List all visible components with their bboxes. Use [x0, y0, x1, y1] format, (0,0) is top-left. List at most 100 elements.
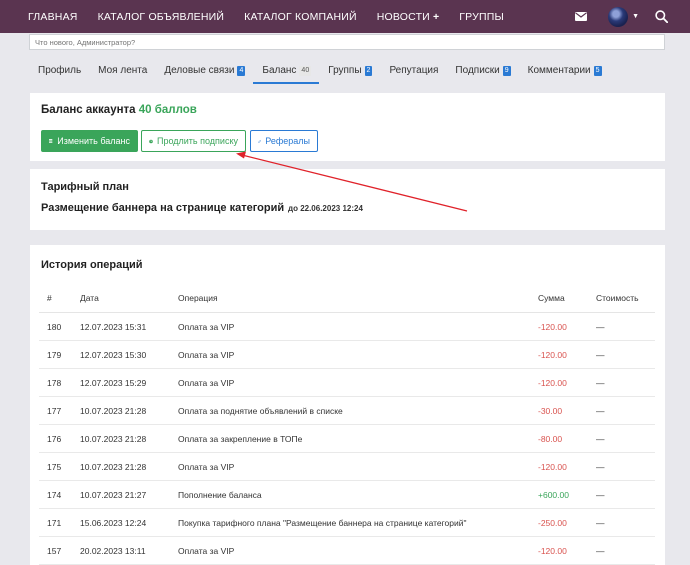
- row-id: 171: [39, 508, 80, 537]
- row-operation: Оплата за поднятие объявлений в списке: [178, 396, 538, 425]
- table-row: 171 15.06.2023 12:24 Покупка тарифного пла…: [39, 508, 655, 537]
- button-label: Изменить баланс: [57, 136, 130, 146]
- row-sum: -80.00: [538, 424, 596, 453]
- avatar[interactable]: [608, 6, 629, 27]
- extend-subscription-button[interactable]: Продлить подписку: [141, 130, 246, 152]
- row-date: 10.07.2023 21:28: [80, 452, 178, 481]
- row-date: 10.07.2023 21:28: [80, 396, 178, 425]
- table-row: 179 12.07.2023 15:30 Оплата за VIP -120.00—: [39, 340, 655, 369]
- tab-label: Моя лента: [98, 65, 148, 76]
- row-operation: Покупка тарифного плана "Размещение банн…: [178, 508, 538, 537]
- table-row: 174 10.07.2023 21:27 Пополнение баланса +60…: [39, 480, 655, 509]
- history-card: История операций # Дата Операция Сумма С…: [30, 245, 665, 565]
- tab-my-feed[interactable]: Моя лента: [89, 62, 155, 82]
- row-cost: —: [596, 312, 655, 341]
- tab-label: Деловые связи: [164, 65, 235, 76]
- row-id: 175: [39, 452, 80, 481]
- row-cost: —: [596, 340, 655, 369]
- row-cost: —: [596, 508, 655, 537]
- balance-label: Баланс аккаунта: [41, 104, 136, 116]
- plan-name: Размещение баннера на странице категорий: [41, 202, 285, 214]
- row-id: 174: [39, 480, 80, 509]
- change-balance-button[interactable]: Изменить баланс: [41, 130, 138, 152]
- row-id: 178: [39, 368, 80, 397]
- column-header: Операция: [178, 284, 538, 313]
- row-cost: —: [596, 480, 655, 509]
- row-date: 12.07.2023 15:30: [80, 340, 178, 369]
- referrals-button[interactable]: Рефералы: [250, 130, 318, 152]
- row-id: 177: [39, 396, 80, 425]
- tab-profile[interactable]: Профиль: [29, 62, 89, 82]
- row-cost: —: [596, 536, 655, 565]
- envelope-icon[interactable]: [575, 12, 588, 21]
- row-date: 20.02.2023 13:11: [80, 536, 178, 565]
- wallet-icon: [49, 139, 53, 143]
- count-badge: 5: [593, 66, 602, 76]
- row-cost: —: [596, 452, 655, 481]
- table-row: 176 10.07.2023 21:28 Оплата за закрепление…: [39, 424, 655, 453]
- nav-ads-catalog[interactable]: КАТАЛОГ ОБЪЯВЛЕНИЙ: [88, 11, 235, 23]
- link-icon: [258, 139, 262, 143]
- button-label: Продлить подписку: [157, 136, 238, 146]
- table-row: 175 10.07.2023 21:28 Оплата за VIP -120.00—: [39, 452, 655, 481]
- count-badge: 9: [502, 66, 511, 76]
- plus-icon[interactable]: +: [433, 11, 439, 23]
- nav-news-label: НОВОСТИ: [376, 10, 430, 23]
- row-operation: Оплата за VIP: [178, 368, 538, 397]
- count-badge: 2: [364, 66, 373, 76]
- count-badge: 4: [237, 66, 246, 76]
- tab-label: Баланс: [262, 65, 297, 76]
- nav-groups[interactable]: ГРУППЫ: [449, 11, 514, 23]
- tab-groups[interactable]: Группы 2: [319, 62, 380, 82]
- row-date: 12.07.2023 15:31: [80, 312, 178, 341]
- status-input[interactable]: [29, 34, 665, 50]
- row-id: 176: [39, 424, 80, 453]
- row-sum: -250.00: [538, 508, 596, 537]
- tab-balance[interactable]: Баланс 40: [253, 62, 320, 84]
- table-row: 180 12.07.2023 15:31 Оплата за VIP -120.00—: [39, 312, 655, 341]
- row-sum: -120.00: [538, 312, 596, 341]
- row-sum: -120.00: [538, 340, 596, 369]
- table-row: 178 12.07.2023 15:29 Оплата за VIP -120.00—: [39, 368, 655, 397]
- tab-connections[interactable]: Деловые связи 4: [155, 62, 253, 82]
- search-icon[interactable]: [655, 10, 668, 23]
- row-sum: -30.00: [538, 396, 596, 425]
- nav-home[interactable]: ГЛАВНАЯ: [0, 11, 88, 23]
- tab-label: Профиль: [38, 65, 82, 76]
- plan-title: Тарифный план: [41, 181, 129, 193]
- row-id: 179: [39, 340, 80, 369]
- history-title: История операций: [41, 259, 143, 271]
- top-navbar: ГЛАВНАЯ КАТАЛОГ ОБЪЯВЛЕНИЙ КАТАЛОГ КОМПА…: [0, 0, 690, 33]
- tab-reputation[interactable]: Репутация: [380, 62, 446, 82]
- row-operation: Оплата за закрепление в ТОПе: [178, 424, 538, 453]
- column-header: #: [39, 284, 80, 313]
- row-cost: —: [596, 396, 655, 425]
- topbar-actions: ▼: [575, 0, 690, 33]
- tab-label: Комментарии: [527, 65, 591, 76]
- row-operation: Пополнение баланса: [178, 480, 538, 509]
- tab-comments[interactable]: Комментарии 5: [519, 62, 610, 82]
- nav-news[interactable]: НОВОСТИ +: [367, 11, 450, 23]
- balance-card: Баланс аккаунта 40 баллов Изменить балан…: [30, 93, 665, 161]
- row-cost: —: [596, 424, 655, 453]
- clock-icon: [149, 139, 153, 143]
- tariff-plan-card: Тарифный план Размещение баннера на стра…: [30, 169, 665, 230]
- plan-expiry: до 22.06.2023 12:24: [288, 204, 363, 213]
- row-date: 12.07.2023 15:29: [80, 368, 178, 397]
- tab-subscriptions[interactable]: Подписки 9: [446, 62, 518, 82]
- chevron-down-icon[interactable]: ▼: [632, 13, 639, 20]
- column-header: Дата: [80, 284, 178, 313]
- nav-company-catalog[interactable]: КАТАЛОГ КОМПАНИЙ: [234, 11, 367, 23]
- row-id: 157: [39, 536, 80, 565]
- row-date: 10.07.2023 21:28: [80, 424, 178, 453]
- button-label: Рефералы: [265, 136, 310, 146]
- table-row: 177 10.07.2023 21:28 Оплата за поднятие об…: [39, 396, 655, 425]
- table-header-row: # Дата Операция Сумма Стоимость: [39, 284, 655, 313]
- column-header: Стоимость: [596, 284, 655, 313]
- column-header: Сумма: [538, 284, 596, 313]
- row-operation: Оплата за VIP: [178, 340, 538, 369]
- row-id: 180: [39, 312, 80, 341]
- row-operation: Оплата за VIP: [178, 312, 538, 341]
- row-date: 10.07.2023 21:27: [80, 480, 178, 509]
- balance-amount: 40 баллов: [138, 104, 197, 116]
